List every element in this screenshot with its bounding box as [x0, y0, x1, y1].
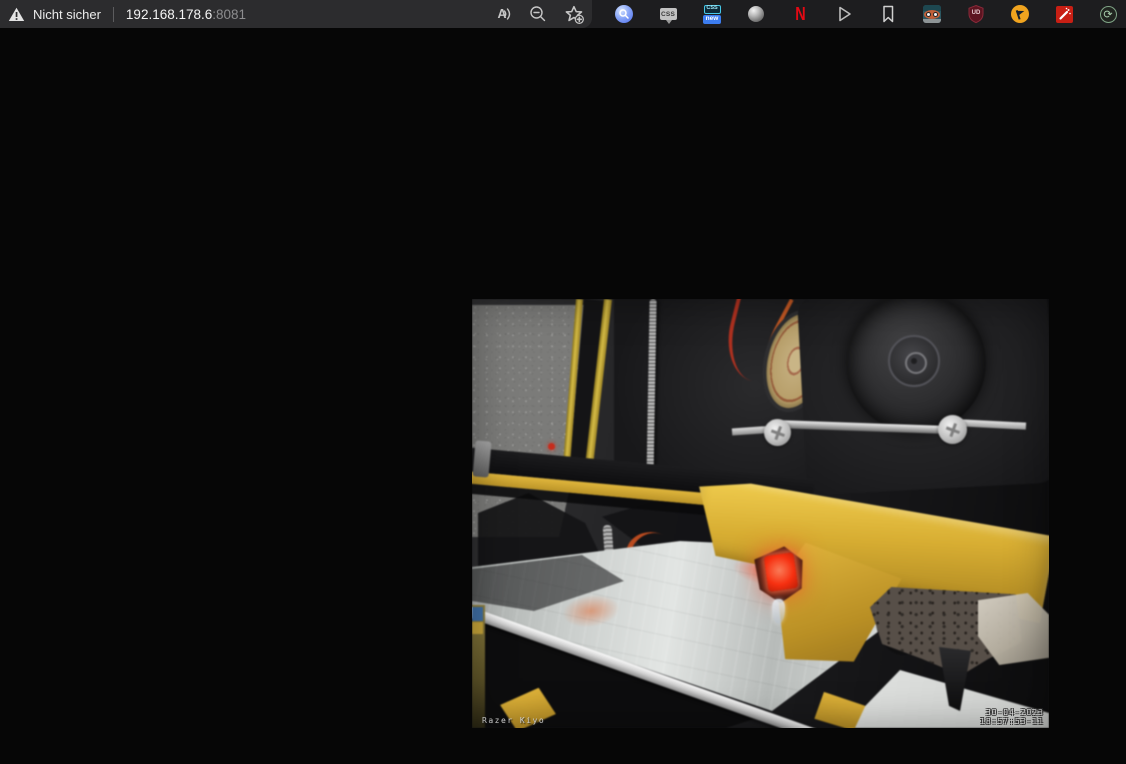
star-plus-icon — [565, 5, 584, 24]
red-led — [548, 443, 555, 450]
timestamp-date: 30-04-2023 — [985, 708, 1044, 717]
phillips-screw — [764, 419, 791, 446]
corner-blue-bit — [472, 607, 483, 621]
extension-css-scan[interactable]: CSS new — [702, 4, 722, 24]
webcam-stream-image: Razer Kiyo 30-04-2023 18:57:53-11 — [472, 299, 1049, 728]
extension-css-viewer[interactable]: CSS — [658, 4, 678, 24]
page-background: Razer Kiyo 30-04-2023 18:57:53-11 — [0, 28, 1126, 764]
extension-video-play[interactable] — [834, 4, 854, 24]
sphere-icon — [748, 6, 764, 22]
refresh-icon: ⟳ — [1099, 5, 1117, 23]
webcam-photo-scene — [472, 299, 1049, 728]
address-host: 192.168.178.6 — [125, 6, 213, 22]
timestamp-time: 18:57:53-11 — [980, 717, 1044, 726]
security-warning-icon — [8, 7, 25, 22]
extension-magic-wand[interactable] — [1054, 4, 1074, 24]
address-port: :8081 — [212, 6, 247, 22]
hotend-red-glow — [763, 552, 799, 592]
fan-hub — [888, 335, 940, 387]
extension-sphere[interactable] — [746, 4, 766, 24]
bookmark-icon — [883, 5, 894, 23]
orange-flag-icon — [1011, 5, 1029, 23]
new-badge: new — [703, 14, 721, 24]
goggles-avatar-icon — [923, 5, 941, 23]
extension-goggles-avatar[interactable] — [922, 4, 942, 24]
address-url[interactable]: 192.168.178.6:8081 — [126, 7, 246, 22]
phillips-screw — [938, 415, 967, 444]
add-favorite-button[interactable] — [564, 4, 584, 24]
zoom-out-icon — [530, 6, 546, 22]
play-icon — [839, 6, 851, 22]
extension-bookmark[interactable] — [878, 4, 898, 24]
lens-search-icon — [615, 5, 633, 23]
camera-name-overlay: Razer Kiyo — [482, 716, 546, 725]
extension-lens-search[interactable] — [614, 4, 634, 24]
security-warning-label[interactable]: Nicht sicher — [33, 7, 101, 22]
corner-yellow-bit — [472, 622, 483, 634]
css-viewer-icon: CSS — [659, 8, 677, 24]
extension-netflix[interactable]: N — [790, 4, 810, 24]
browser-window: Nicht sicher 192.168.178.6:8081 A CSS CS… — [0, 0, 1126, 764]
beam-end-bracket — [472, 440, 492, 478]
extension-tab-refresh[interactable]: ⟳ — [1098, 4, 1118, 24]
magic-wand-icon — [1055, 5, 1073, 23]
timestamp-overlay: 30-04-2023 18:57:53-11 — [980, 708, 1044, 726]
extensions-bar: CSS CSS new N UD ⟳ — [614, 0, 1118, 28]
address-bar-content: Nicht sicher 192.168.178.6:8081 A — [0, 0, 592, 28]
address-action-group: A — [492, 4, 584, 24]
read-aloud-button[interactable]: A — [492, 4, 512, 24]
address-divider — [112, 6, 114, 22]
browser-toolbar: Nicht sicher 192.168.178.6:8081 A CSS CS… — [0, 0, 1126, 28]
zoom-out-button[interactable] — [528, 4, 548, 24]
address-bar[interactable]: Nicht sicher 192.168.178.6:8081 A — [0, 0, 592, 28]
css-scan-icon: CSS new — [703, 4, 721, 24]
extension-orange-flag[interactable] — [1010, 4, 1030, 24]
extension-ud-shield[interactable]: UD — [966, 4, 986, 24]
netflix-icon: N — [794, 4, 806, 24]
